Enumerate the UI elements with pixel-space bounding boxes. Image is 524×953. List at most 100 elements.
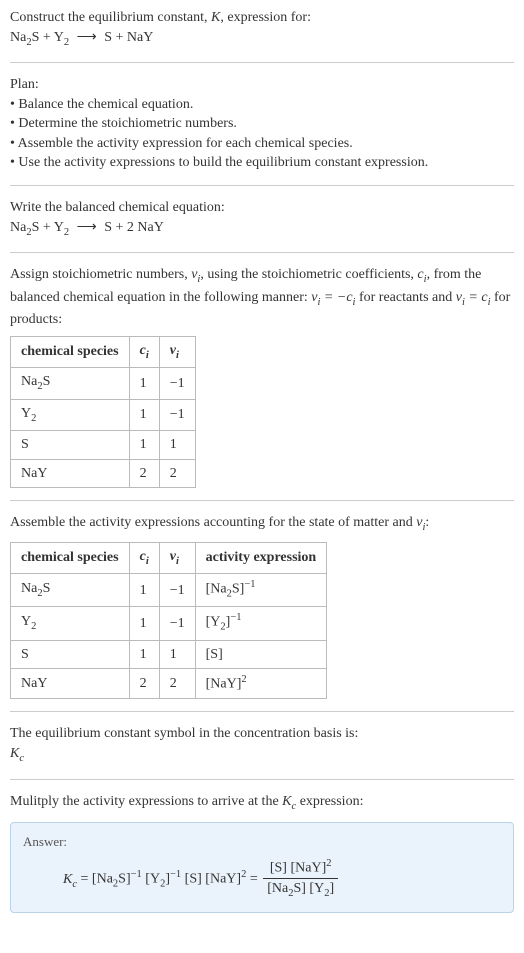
arrow-icon: ⟶ [77,220,97,235]
cell-nui: 2 [159,669,195,699]
table-header-row: chemical species ci νi activity expressi… [11,542,327,573]
col-ci: ci [129,542,159,573]
cell-nui: −1 [159,607,195,640]
cell-activity: [S] [195,640,327,669]
answer-equation: Kc = [Na2S]−1 [Y2]−1 [S] [NaY]2 = [S] [N… [63,857,501,902]
table-header-row: chemical species ci νi [11,336,196,367]
plan-section: Plan: • Balance the chemical equation. •… [10,75,514,186]
b-lhs-b: S + Y [32,220,64,235]
cell-ci: 1 [129,607,159,640]
activity-title-a: Assemble the activity expressions accoun… [10,515,416,530]
cell-ci: 1 [129,640,159,669]
balanced-title: Write the balanced chemical equation: [10,198,514,218]
bullet-icon: • [10,155,15,170]
col-ci: ci [129,336,159,367]
lhs-b: S + Y [32,30,64,45]
rel-prod: νi = ci [456,290,491,305]
table-row: NaY 2 2 [NaY]2 [11,669,327,699]
intro-text-b: , expression for: [220,10,311,25]
table-row: Y2 1 −1 [Y2]−1 [11,607,327,640]
cell-species: NaY [11,669,130,699]
basis-line: The equilibrium constant symbol in the c… [10,724,514,744]
cell-species: NaY [11,459,130,488]
plan-bullet-1: • Balance the chemical equation. [10,95,514,115]
plan-b4: Use the activity expressions to build th… [18,155,428,170]
rhs: S + NaY [104,30,153,45]
activity-title-b: : [425,515,429,530]
bullet-icon: • [10,97,15,112]
table-row: Y2 1 −1 [11,399,196,430]
cell-ci: 2 [129,669,159,699]
cell-nui: 1 [159,640,195,669]
table-row: S 1 1 [S] [11,640,327,669]
cell-ci: 1 [129,399,159,430]
arrow-icon: ⟶ [77,30,97,45]
plan-bullet-3: • Assemble the activity expression for e… [10,134,514,154]
cell-nui: −1 [159,574,195,607]
cell-species: Na2S [11,574,130,607]
intro-equation: Na2S + Y2 ⟶ S + NaY [10,30,153,45]
cell-ci: 1 [129,574,159,607]
table-row: Na2S 1 −1 [11,368,196,399]
b-rhs: S + 2 NaY [104,220,164,235]
table-row: S 1 1 [11,431,196,460]
b-lhs-a: Na [10,220,26,235]
plan-title: Plan: [10,75,514,95]
cell-activity: [Y2]−1 [195,607,327,640]
final-section: Mulitply the activity expressions to arr… [10,792,514,913]
cell-activity: [Na2S]−1 [195,574,327,607]
sub-2: 2 [64,36,69,47]
stoich-text-d: for reactants and [355,290,455,305]
lhs-a: Na [10,30,26,45]
plan-b3: Assemble the activity expression for eac… [18,136,353,151]
rel-react: νi = −ci [311,290,355,305]
cell-activity: [NaY]2 [195,669,327,699]
balanced-equation: Na2S + Y2 ⟶ S + 2 NaY [10,220,164,235]
table-row: Na2S 1 −1 [Na2S]−1 [11,574,327,607]
cell-nui: −1 [159,399,195,430]
col-nui: νi [159,336,195,367]
final-line-a: Mulitply the activity expressions to arr… [10,794,282,809]
c-i: ci [417,267,426,282]
nu-i: νi [191,267,200,282]
cell-species: Y2 [11,607,130,640]
stoich-table: chemical species ci νi Na2S 1 −1 Y2 1 −1… [10,336,196,489]
cell-nui: 1 [159,431,195,460]
cell-species: Na2S [11,368,130,399]
cell-species: S [11,431,130,460]
Kc-symbol: Kc [10,746,24,761]
col-nui: νi [159,542,195,573]
stoich-text-a: Assign stoichiometric numbers, [10,267,191,282]
cell-nui: 2 [159,459,195,488]
table-row: NaY 2 2 [11,459,196,488]
cell-ci: 1 [129,431,159,460]
plan-b2: Determine the stoichiometric numbers. [18,116,237,131]
cell-species: Y2 [11,399,130,430]
col-species: chemical species [11,336,130,367]
plan-b1: Balance the chemical equation. [18,97,193,112]
cell-nui: −1 [159,368,195,399]
intro-K: K [211,10,220,25]
cell-ci: 1 [129,368,159,399]
cell-species: S [11,640,130,669]
balanced-section: Write the balanced chemical equation: Na… [10,198,514,253]
intro-section: Construct the equilibrium constant, K, e… [10,8,514,63]
Kc-symbol: Kc [282,794,296,809]
plan-bullet-4: • Use the activity expressions to build … [10,153,514,173]
final-line-b: expression: [296,794,363,809]
col-species: chemical species [11,542,130,573]
plan-bullet-2: • Determine the stoichiometric numbers. [10,114,514,134]
answer-box: Answer: Kc = [Na2S]−1 [Y2]−1 [S] [NaY]2 … [10,822,514,913]
fraction: [S] [NaY]2 [Na2S] [Y2] [263,857,338,902]
basis-section: The equilibrium constant symbol in the c… [10,724,514,779]
stoich-section: Assign stoichiometric numbers, νi, using… [10,265,514,501]
answer-label: Answer: [23,833,501,851]
sub-2: 2 [64,226,69,237]
stoich-text-b: , using the stoichiometric coefficients, [200,267,417,282]
cell-ci: 2 [129,459,159,488]
col-activity: activity expression [195,542,327,573]
bullet-icon: • [10,116,15,131]
intro-text-a: Construct the equilibrium constant, [10,10,211,25]
activity-table: chemical species ci νi activity expressi… [10,542,327,700]
bullet-icon: • [10,136,15,151]
